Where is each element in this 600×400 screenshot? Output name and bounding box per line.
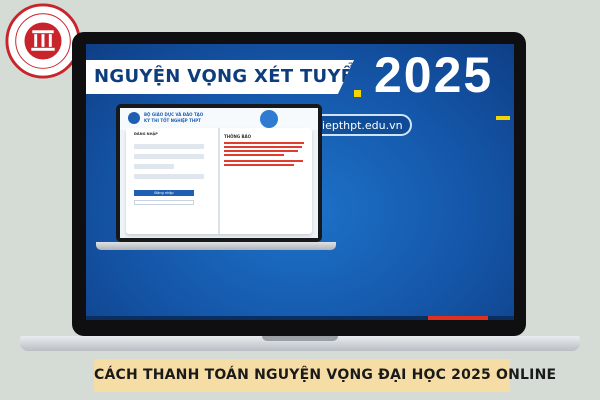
open-book-panel: ĐĂNG NHẬP Đăng nhập THÔNG BÁO — [126, 128, 312, 234]
password-field[interactable] — [134, 154, 204, 159]
notice-line — [224, 142, 304, 144]
year-text: 2025 — [374, 47, 494, 103]
login-button[interactable]: Đăng nhập — [134, 190, 194, 196]
heading-banner: NGUYỆN VỌNG XÉT TUYỂN — [86, 60, 354, 94]
camera-notch — [278, 32, 322, 42]
notice-line — [224, 146, 302, 148]
bottom-strip — [86, 316, 514, 320]
notice-line — [224, 164, 294, 166]
caption-text: CÁCH THANH TOÁN NGUYỆN VỌNG ĐẠI HỌC 2025… — [94, 367, 557, 383]
login-heading: ĐĂNG NHẬP — [134, 132, 158, 136]
thu-vien-phap-luat-logo — [5, 3, 81, 79]
forgot-password-button[interactable] — [134, 200, 194, 205]
screen-heading: NGUYỆN VỌNG XÉT TUYỂN — [94, 66, 369, 87]
site-org-line: BỘ GIÁO DỤC VÀ ĐÀO TẠO — [144, 112, 204, 117]
mini-laptop-base — [96, 242, 336, 250]
caption-banner: CÁCH THANH TOÁN NGUYỆN VỌNG ĐẠI HỌC 2025… — [94, 359, 557, 392]
mini-laptop-screen: BỘ GIÁO DỤC VÀ ĐÀO TẠO KỲ THI TỐT NGHIỆP… — [120, 108, 318, 238]
captcha-image — [134, 164, 174, 169]
graduate-icon — [260, 110, 278, 128]
accent-bar — [496, 116, 510, 120]
notice-line — [224, 154, 284, 156]
notice-line — [224, 160, 303, 162]
notice-heading: THÔNG BÁO — [224, 134, 252, 139]
site-exam-line: KỲ THI TỐT NGHIỆP THPT — [144, 118, 201, 123]
laptop-groove — [262, 336, 338, 341]
ministry-logo-icon — [128, 112, 140, 124]
notice-line — [224, 150, 298, 152]
captcha-field[interactable] — [134, 174, 204, 179]
site-header: BỘ GIÁO DỤC VÀ ĐÀO TẠO KỲ THI TỐT NGHIỆP… — [120, 108, 318, 130]
accent-square — [354, 90, 361, 97]
cccd-field[interactable] — [134, 144, 204, 149]
